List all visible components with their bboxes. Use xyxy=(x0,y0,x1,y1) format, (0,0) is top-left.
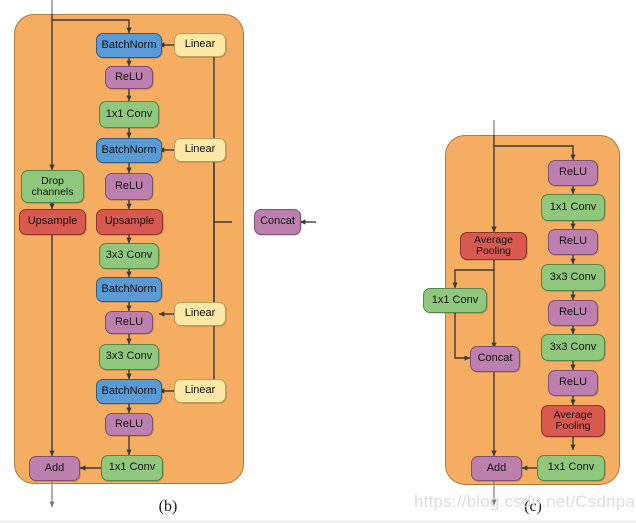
node-linear[interactable]: Linear xyxy=(174,302,226,326)
node-drop-channels[interactable]: Drop channels xyxy=(21,170,84,203)
node-batchnorm[interactable]: BatchNorm xyxy=(96,277,162,302)
node-conv-3x3[interactable]: 3x3 Conv xyxy=(541,334,605,361)
node-conv-1x1[interactable]: 1x1 Conv xyxy=(537,455,605,481)
node-conv-1x1[interactable]: 1x1 Conv xyxy=(101,455,163,481)
node-relu[interactable]: ReLU xyxy=(105,311,153,334)
node-concat[interactable]: Concat xyxy=(470,346,520,372)
site-watermark: https://blog.csdn.net/Csdnpai xyxy=(414,492,636,511)
node-average-pooling[interactable]: Average Pooling xyxy=(541,405,605,437)
node-add[interactable]: Add xyxy=(471,456,522,481)
bottom-divider xyxy=(0,521,636,522)
node-relu[interactable]: ReLU xyxy=(548,160,598,186)
node-concat[interactable]: Concat xyxy=(254,209,301,235)
node-relu[interactable]: ReLU xyxy=(548,370,598,396)
node-conv-1x1[interactable]: 1x1 Conv xyxy=(541,194,605,221)
node-upsample[interactable]: Upsample xyxy=(96,209,163,235)
node-relu[interactable]: ReLU xyxy=(105,66,153,89)
node-linear[interactable]: Linear xyxy=(174,33,226,57)
node-conv-1x1[interactable]: 1x1 Conv xyxy=(99,101,159,128)
node-batchnorm[interactable]: BatchNorm xyxy=(96,138,162,163)
panel-b-caption: (b) xyxy=(158,498,178,515)
node-relu[interactable]: ReLU xyxy=(548,229,598,255)
node-average-pooling[interactable]: Average Pooling xyxy=(460,232,527,260)
node-batchnorm[interactable]: BatchNorm xyxy=(96,33,162,58)
node-add[interactable]: Add xyxy=(29,456,80,481)
node-conv-3x3[interactable]: 3x3 Conv xyxy=(541,264,605,291)
node-relu[interactable]: ReLU xyxy=(548,300,598,326)
node-conv-3x3[interactable]: 3x3 Conv xyxy=(99,243,159,269)
node-relu[interactable]: ReLU xyxy=(105,413,153,436)
figure-canvas: BatchNorm Linear ReLU 1x1 Conv BatchNorm… xyxy=(0,0,636,523)
node-upsample[interactable]: Upsample xyxy=(19,209,86,235)
node-linear[interactable]: Linear xyxy=(174,138,226,162)
node-linear[interactable]: Linear xyxy=(174,379,226,403)
node-conv-3x3[interactable]: 3x3 Conv xyxy=(99,344,159,370)
node-relu[interactable]: ReLU xyxy=(105,173,153,200)
node-conv-1x1[interactable]: 1x1 Conv xyxy=(423,288,487,313)
node-batchnorm[interactable]: BatchNorm xyxy=(96,379,162,404)
